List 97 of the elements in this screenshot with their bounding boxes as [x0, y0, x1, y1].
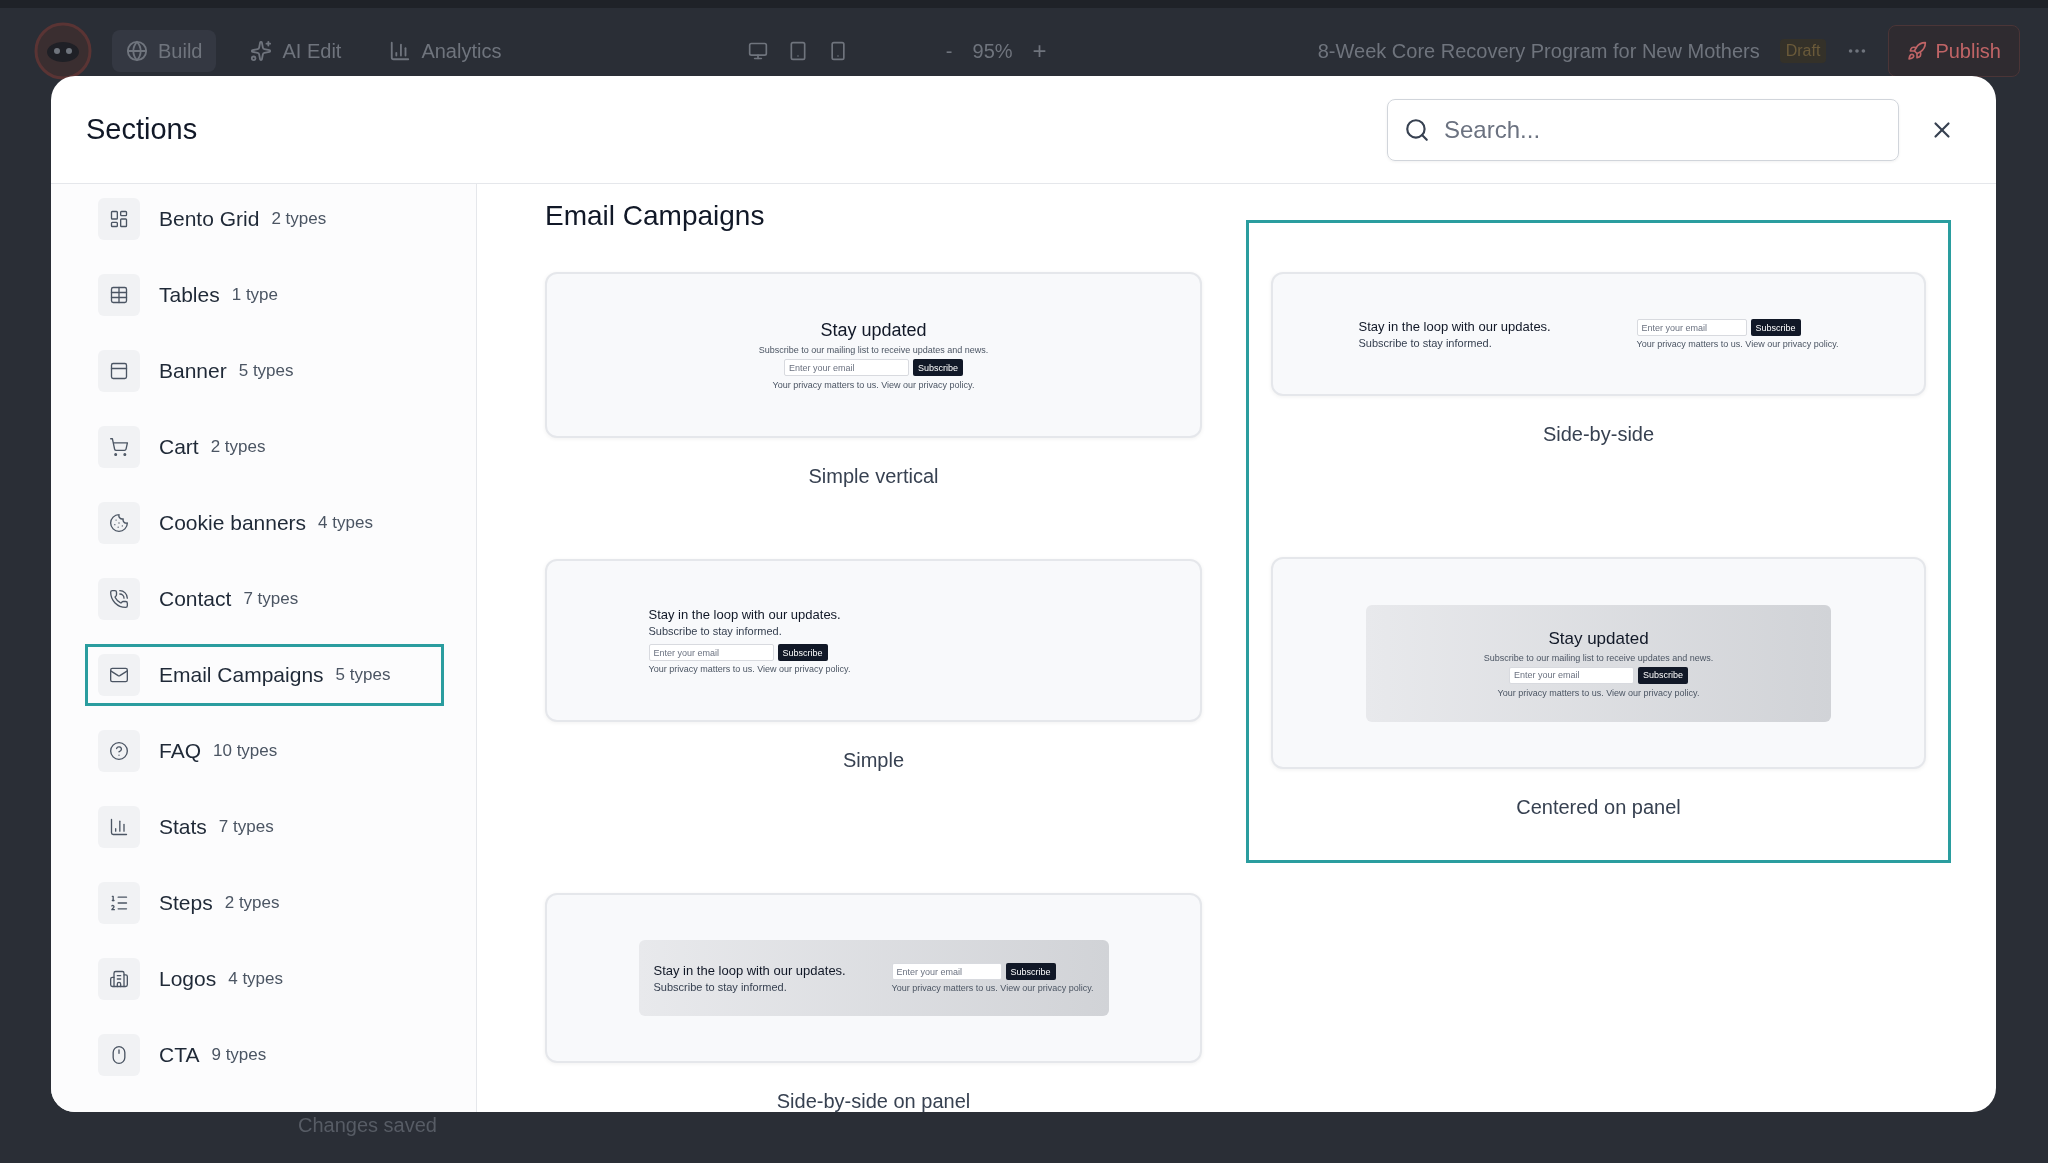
subscribe-button: Subscribe	[777, 644, 828, 661]
category-name: FAQ	[159, 739, 201, 763]
category-item[interactable]: Cart 2 types	[85, 416, 444, 478]
tablet-icon[interactable]	[788, 41, 809, 61]
preview-headline: Stay in the loop with our updates.	[648, 607, 841, 622]
template-label: Side-by-side	[1542, 422, 1655, 447]
preview-subline: Subscribe to stay informed.	[1358, 337, 1492, 349]
mail-icon	[109, 665, 129, 685]
template-label: Side-by-side on panel	[776, 1089, 971, 1112]
bar-chart-icon	[109, 817, 129, 837]
preview-headline: Stay updated	[1548, 628, 1649, 649]
subscribe-button: Subscribe	[1005, 963, 1056, 980]
category-item[interactable]: Tables 1 type	[85, 264, 444, 326]
template-card[interactable]: Stay in the loop with our updates. Subscribe to stay informed. Enter your email Subscribe Your privacy matters to us. View our privacy policy.	[1271, 272, 1926, 396]
email-field: Enter your email	[784, 359, 909, 376]
category-count: 2 types	[224, 893, 280, 913]
subscribe-button: Subscribe	[1638, 666, 1688, 684]
table-icon	[109, 285, 129, 305]
privacy-note: Your privacy matters to us. View our privacy policy.	[1636, 339, 1839, 349]
category-item[interactable]: Stats 7 types	[85, 796, 444, 858]
category-count: 5 types	[335, 665, 391, 685]
logo-icon	[34, 22, 92, 80]
phone-icon	[109, 589, 129, 609]
preview-subline: Subscribe to stay informed.	[653, 981, 787, 993]
category-name: Cookie banners	[159, 511, 307, 535]
privacy-note: Your privacy matters to us. View our privacy policy.	[1497, 687, 1700, 698]
preview-headline: Stay updated	[820, 320, 927, 341]
subscribe-button: Subscribe	[1750, 319, 1801, 336]
template-label: Centered on panel	[1516, 795, 1681, 820]
search-box[interactable]: Search...	[1387, 98, 1899, 161]
section-heading: Email Campaigns	[545, 199, 766, 233]
category-count: 7 types	[243, 589, 299, 609]
category-count: 2 types	[271, 209, 327, 229]
category-item[interactable]: Steps 2 types	[85, 872, 444, 934]
category-item[interactable]: Email Campaigns 5 types	[85, 644, 444, 706]
category-name: Email Campaigns	[159, 663, 324, 687]
preview-headline: Stay in the loop with our updates.	[653, 963, 846, 978]
template-card[interactable]: Stay in the loop with our updates. Subscribe to stay informed. Enter your email Subscribe Your privacy matters to us. View our privacy policy.	[545, 893, 1202, 1063]
category-name: Logos	[159, 967, 217, 991]
cart-icon	[109, 437, 129, 457]
publish-button[interactable]: Publish	[1888, 25, 2020, 77]
category-count: 7 types	[218, 817, 274, 837]
category-count: 5 types	[238, 361, 294, 381]
category-name: Cart	[159, 435, 199, 459]
globe-icon	[126, 40, 148, 62]
category-name: Banner	[159, 359, 227, 383]
category-name: Tables	[159, 283, 220, 307]
template-card[interactable]: Stay updated Subscribe to our mailing list to receive updates and news. Enter your email Subscribe Your privacy matters to us. View our privacy policy.	[545, 272, 1202, 438]
search-icon	[1404, 116, 1430, 143]
subscribe-button: Subscribe	[913, 359, 963, 376]
rocket-icon	[1907, 41, 1928, 61]
template-card[interactable]: Stay in the loop with our updates. Subscribe to stay informed. Enter your email Subscribe Your privacy matters to us. View our privacy policy.	[545, 559, 1202, 722]
page-title: 8-Week Core Recovery Program for New Mothers	[1317, 39, 1760, 63]
zoom-level: 95%	[972, 39, 1013, 63]
category-item[interactable]: CTA 9 types	[85, 1024, 444, 1086]
category-count: 9 types	[211, 1045, 267, 1065]
email-field: Enter your email	[891, 963, 1002, 980]
email-field: Enter your email	[1636, 319, 1747, 336]
template-label: Simple vertical	[808, 464, 939, 489]
category-item[interactable]: Bento Grid 2 types	[85, 188, 444, 250]
category-item[interactable]: FAQ 10 types	[85, 720, 444, 782]
category-count: 4 types	[228, 969, 284, 989]
panel-icon	[109, 361, 129, 381]
template-label: Simple	[842, 748, 905, 773]
building-icon	[109, 969, 129, 989]
help-icon	[109, 741, 129, 761]
privacy-note: Your privacy matters to us. View our privacy policy.	[772, 380, 975, 390]
category-item[interactable]: Banner 5 types	[85, 340, 444, 402]
email-field: Enter your email	[648, 644, 774, 661]
sparkles-icon	[250, 40, 273, 62]
dashboard-icon	[109, 209, 129, 229]
numbered-list-icon	[109, 893, 129, 913]
category-name: Contact	[159, 587, 232, 611]
category-count: 2 types	[210, 437, 266, 457]
category-item[interactable]: Cookie banners 4 types	[85, 492, 444, 554]
preview-headline: Stay in the loop with our updates.	[1358, 319, 1551, 334]
category-count: 4 types	[318, 513, 373, 533]
privacy-note: Your privacy matters to us. View our privacy policy.	[891, 983, 1094, 993]
category-item[interactable]: Logos 4 types	[85, 948, 444, 1010]
desktop-icon[interactable]	[748, 41, 769, 61]
category-name: CTA	[159, 1043, 200, 1067]
preview-subline: Subscribe to our mailing list to receive updates and news.	[758, 345, 989, 355]
template-card[interactable]: Stay updated Subscribe to our mailing list to receive updates and news. Enter your email Subscribe Your privacy matters to us. View our privacy policy.	[1271, 557, 1926, 769]
dialog-title: Sections	[86, 113, 199, 146]
mouse-icon	[109, 1045, 129, 1065]
category-name: Steps	[159, 891, 213, 915]
category-name: Stats	[159, 815, 207, 839]
email-field: Enter your email	[1509, 666, 1634, 684]
bar-chart-icon	[389, 40, 412, 62]
preview-subline: Subscribe to stay informed.	[648, 625, 782, 637]
category-count: 1 type	[231, 285, 278, 305]
preview-subline: Subscribe to our mailing list to receive updates and news.	[1483, 652, 1714, 663]
cookie-icon	[109, 513, 129, 533]
privacy-note: Your privacy matters to us. View our privacy policy.	[648, 664, 851, 674]
category-name: Bento Grid	[159, 207, 260, 231]
category-count: 10 types	[213, 741, 278, 761]
category-item[interactable]: Contact 7 types	[85, 568, 444, 630]
